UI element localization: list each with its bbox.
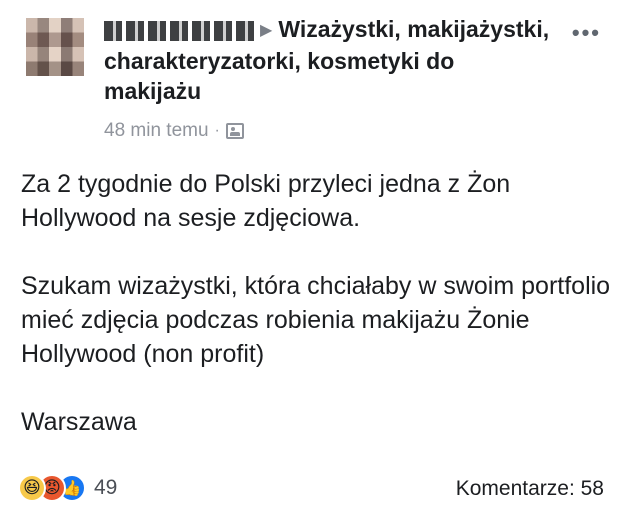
more-options-icon[interactable]: ••• bbox=[572, 20, 601, 46]
reactions-summary[interactable]: 😆 😡 👍 49 bbox=[18, 474, 117, 502]
post-time[interactable]: 48 min temu bbox=[104, 120, 209, 142]
post-meta: 48 min temu · bbox=[104, 120, 244, 142]
reaction-count: 49 bbox=[94, 476, 118, 499]
post-body: Za 2 tygodnie do Polski przyleci jedna z… bbox=[21, 167, 611, 473]
comments-count-link[interactable]: Komentarze: 58 bbox=[456, 477, 604, 501]
arrow-right-icon: ▶ bbox=[260, 22, 273, 39]
post-paragraph: Warszawa bbox=[21, 408, 137, 436]
author-name-redacted[interactable] bbox=[104, 20, 254, 41]
post-footer: 😆 😡 👍 49 Komentarze: 58 bbox=[18, 474, 608, 508]
haha-icon: 😆 bbox=[18, 474, 46, 502]
post-paragraph: Szukam wizażystki, która chciałaby w swo… bbox=[21, 272, 611, 368]
post-title: ▶ Wizażystki, makijażystki, charakteryzat… bbox=[104, 14, 554, 106]
group-icon bbox=[225, 123, 244, 139]
meta-separator: · bbox=[214, 122, 220, 139]
post-paragraph: Za 2 tygodnie do Polski przyleci jedna z… bbox=[21, 170, 511, 232]
post-header: ▶ Wizażystki, makijażystki, charakteryzat… bbox=[20, 14, 605, 144]
avatar[interactable] bbox=[26, 18, 84, 76]
